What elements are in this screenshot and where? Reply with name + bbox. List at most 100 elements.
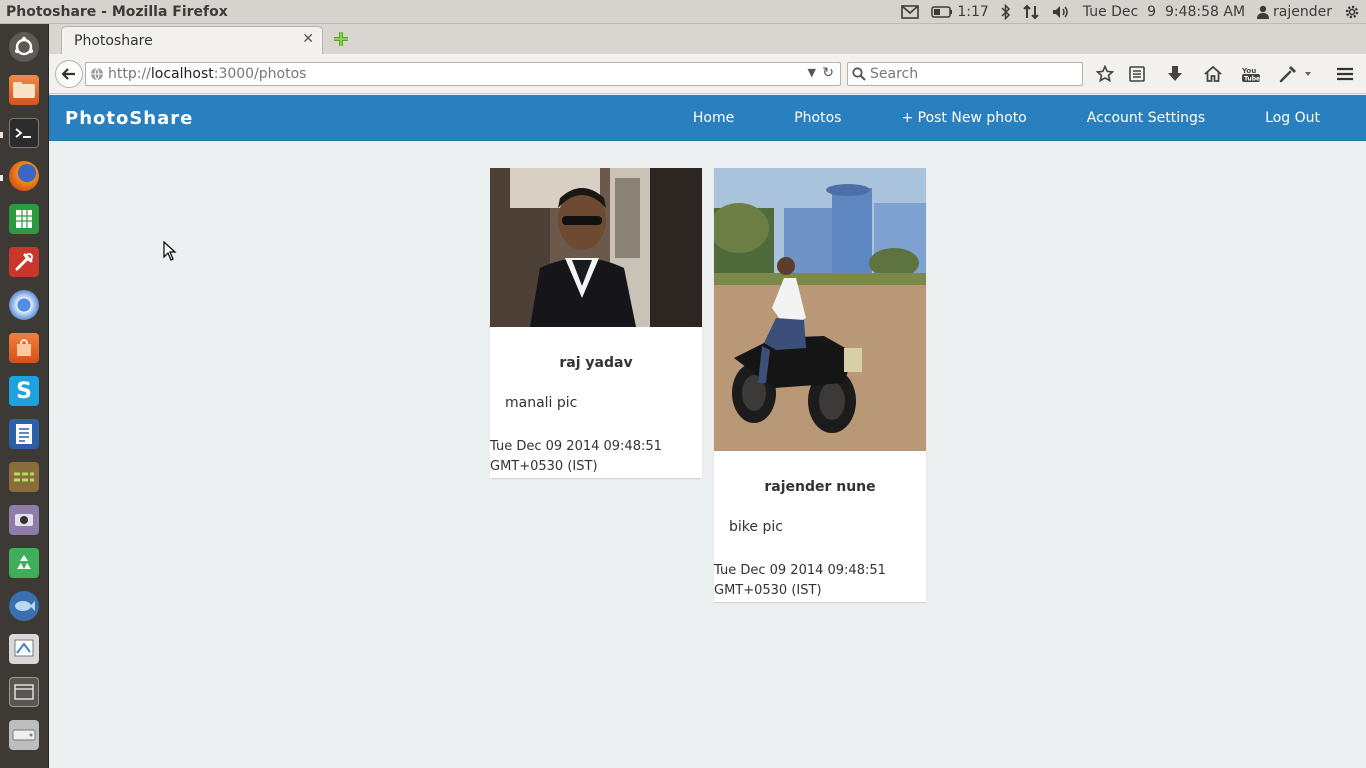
workspaces-icon [9,462,39,492]
photo-date: Tue Dec 09 2014 09:48:51 GMT+0530 (IST) [490,439,662,474]
brand-link[interactable]: PhotoShare [65,108,193,129]
window-icon [9,677,39,707]
mail-icon[interactable] [895,0,925,24]
bookmarks-list-icon[interactable] [1127,64,1147,84]
launcher-settings[interactable] [5,243,43,281]
top-panel: Photoshare - Mozilla Firefox 1:17 Tue De… [0,0,1366,24]
drawing-icon [9,634,39,664]
gear-icon[interactable] [1338,0,1366,24]
photo-date: Tue Dec 09 2014 09:48:51 GMT+0530 (IST) [714,563,886,598]
menu-hamburger-icon[interactable] [1335,64,1355,84]
running-indicator [0,132,3,138]
launcher-firefox[interactable] [5,157,43,195]
nav-links: Home Photos + Post New photo Account Set… [663,95,1366,141]
tab-title: Photoshare [74,32,153,49]
mouse-cursor-icon [163,241,177,261]
launcher-recycle[interactable] [5,544,43,582]
launcher-app-store[interactable] [5,329,43,367]
volume-icon[interactable] [1045,0,1077,24]
recycle-icon [9,548,39,578]
bluetooth-icon[interactable] [995,0,1017,24]
plus-icon [334,32,348,46]
url-path: :3000/photos [213,66,307,82]
document-icon [9,419,39,449]
new-tab-button[interactable] [332,30,350,48]
launcher-dash[interactable] [5,28,43,66]
nav-photos[interactable]: Photos [764,95,871,141]
youtube-icon[interactable]: You Tube [1241,64,1261,84]
url-host: localhost [150,66,214,82]
search-placeholder: Search [870,66,919,82]
battery-icon [931,5,953,18]
photo-card: rajender nune bike pic Tue Dec 09 2014 0… [714,168,926,602]
launcher-chromium[interactable] [5,286,43,324]
launcher-skype[interactable]: S [5,372,43,410]
developer-tools-icon[interactable] [1279,64,1313,84]
back-arrow-icon [62,68,75,80]
shopping-bag-icon [9,333,39,363]
launcher-disk[interactable] [5,716,43,754]
launcher-drawing[interactable] [5,630,43,668]
webcam-icon [9,505,39,535]
photo-owner-name: raj yadav [559,355,633,371]
tab-close-icon[interactable]: ✕ [302,31,314,47]
launcher-window[interactable] [5,673,43,711]
nav-post-new-photo[interactable]: + Post New photo [871,95,1056,141]
nav-account-settings[interactable]: Account Settings [1057,95,1235,141]
nav-log-out[interactable]: Log Out [1235,95,1366,141]
tab-photoshare[interactable]: Photoshare ✕ [61,26,323,54]
tab-bar: Photoshare ✕ [49,24,1366,54]
battery-time: 1:17 [957,3,989,20]
launcher: S [0,24,49,768]
photo-image[interactable] [714,168,926,451]
app-navbar: PhotoShare Home Photos + Post New photo … [49,95,1366,141]
ubuntu-logo-icon [9,32,39,62]
terminal-icon [9,118,39,148]
web-page: PhotoShare Home Photos + Post New photo … [49,95,1366,768]
datetime[interactable]: Tue Dec 9 9:48:58 AM [1077,0,1251,24]
chromium-icon [9,290,39,320]
skype-icon: S [9,376,39,406]
svg-text:You: You [1241,67,1256,75]
window-title: Photoshare - Mozilla Firefox [6,3,228,20]
photo-description: bike pic [729,519,783,535]
home-icon[interactable] [1203,64,1223,84]
photo-owner-name: rajender nune [764,479,876,495]
user-icon [1257,5,1270,19]
photo-image[interactable] [490,168,702,327]
battery-indicator[interactable]: 1:17 [925,0,994,24]
launcher-spreadsheet[interactable] [5,200,43,238]
reload-icon[interactable]: ↻ [822,65,834,81]
running-indicator-firefox [0,175,3,181]
user-menu[interactable]: rajender [1251,0,1338,24]
launcher-fish[interactable] [5,587,43,625]
network-icon[interactable] [1017,0,1045,24]
photo-card: raj yadav manali pic Tue Dec 09 2014 09:… [490,168,702,478]
disk-icon [9,720,39,750]
launcher-workspaces[interactable] [5,458,43,496]
url-bar[interactable]: http://localhost:3000/photos ▼ ↻ [85,62,841,86]
spreadsheet-icon [9,204,39,234]
globe-icon [90,67,104,85]
download-icon[interactable] [1165,64,1185,84]
launcher-writer[interactable] [5,415,43,453]
indicators: 1:17 Tue Dec 9 9:48:58 AM rajender [895,0,1366,24]
settings-tools-icon [9,247,39,277]
nav-home[interactable]: Home [663,95,764,141]
launcher-files[interactable] [5,71,43,109]
photo-description: manali pic [505,395,578,411]
search-icon [852,67,866,85]
firefox-icon [9,161,39,191]
user-name: rajender [1273,3,1332,20]
back-button[interactable] [55,60,83,88]
url-scheme: http:// [108,66,151,82]
fish-icon [9,591,39,621]
url-dropdown-icon[interactable]: ▼ [808,66,816,79]
nav-toolbar: http://localhost:3000/photos ▼ ↻ Search … [49,54,1366,94]
folder-icon [9,75,39,105]
search-bar[interactable]: Search [847,62,1083,86]
svg-text:Tube: Tube [1244,76,1260,83]
launcher-camera[interactable] [5,501,43,539]
launcher-terminal[interactable] [5,114,43,152]
bookmark-star-icon[interactable] [1095,64,1115,84]
